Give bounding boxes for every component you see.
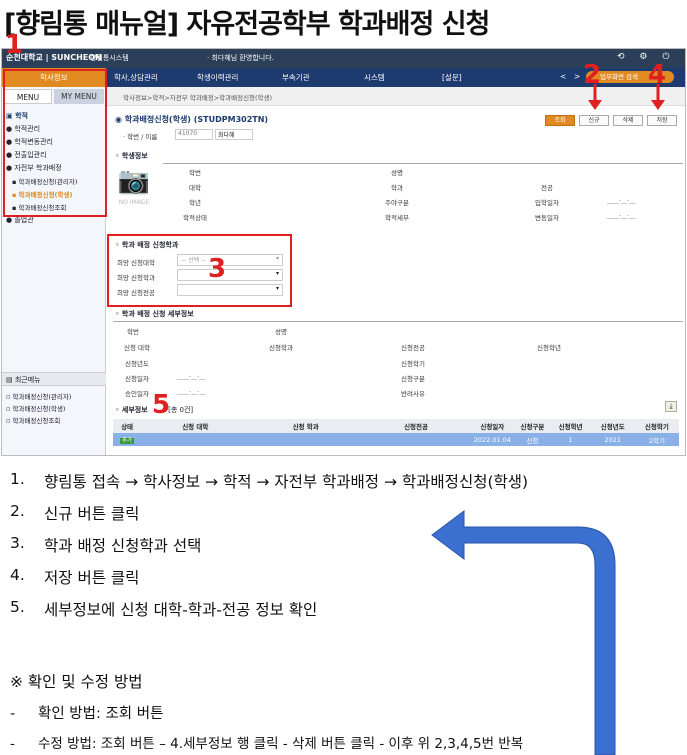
table-header-row: 상태 신청 대학 신청 학과 신청전공 신청일자 신청구분 신청학년 신청년도 …: [113, 419, 679, 433]
red-arrows: [588, 84, 665, 110]
save-button[interactable]: 저장: [647, 115, 677, 126]
detail-label-semester: 신청학기: [401, 360, 425, 368]
detail-label-reject-reason: 반려사유: [401, 390, 425, 398]
menu-item-affiliated[interactable]: 부속기관: [282, 72, 310, 83]
menu-prev-icon[interactable]: <: [560, 72, 566, 81]
menu-item-counseling[interactable]: 학사,상담관리: [114, 72, 158, 83]
arrow-head-icon: [588, 100, 602, 110]
detail-section: ◦ 학과 배정 신청 세부정보: [115, 310, 194, 318]
label-name: 성명: [391, 169, 403, 177]
student-info-grid: 학번 성명 대학 학과 전공 학년 주야구분 입학일자 ____-__-__ 학…: [163, 163, 683, 223]
cell-major: [362, 433, 470, 446]
cell-semester: 2학기: [648, 436, 665, 445]
marker-1: 1: [5, 30, 24, 60]
list-count: [총 0건]: [168, 406, 194, 414]
student-name-input[interactable]: 최다혜: [215, 129, 253, 140]
menu-item-survey[interactable]: [설문]: [442, 72, 462, 83]
label-student-id: 학번: [189, 169, 201, 177]
table-row[interactable]: 추가 2022.01.04 신청 1 2021 2학기: [113, 433, 679, 446]
col-semester: 신청학기: [644, 423, 669, 431]
detail-label-major: 신청전공: [401, 344, 425, 352]
note-item: - 수정 방법: 조회 버튼 – 4.세부정보 행 클릭 - 삭제 버튼 클릭 -…: [10, 736, 524, 752]
col-grade: 신청학년: [558, 423, 583, 431]
col-year: 신청년도: [600, 423, 625, 431]
top-utility-icons[interactable]: ⟲ ⚙ ⏻: [617, 52, 675, 62]
cell-apply-date: 2022.01.04: [473, 435, 511, 444]
filter-label: · 학번 / 이름: [123, 133, 158, 141]
cell-college: [141, 433, 249, 446]
cell-grade: 1: [568, 435, 573, 444]
delete-button[interactable]: 삭제: [613, 115, 643, 126]
cell-type: 신청: [526, 436, 539, 445]
col-dept: 신청 학과: [292, 423, 319, 431]
detail-label-college: 신청 대학: [124, 344, 150, 352]
recent-item[interactable]: ▫ 학과배정신청(관리자): [6, 391, 71, 403]
detail-label-dept: 신청학과: [269, 344, 293, 352]
filter-row: · 학번 / 이름 41070 최다혜: [115, 129, 315, 142]
camera-icon: 📷: [117, 166, 151, 196]
change-date-value: ____-__-__: [607, 212, 636, 219]
welcome-text: · 최다혜님 환영합니다.: [207, 54, 274, 62]
detail-apply-date-value: ____-__-__: [177, 373, 206, 380]
cell-status: 추가: [119, 437, 135, 444]
label-major: 전공: [541, 184, 553, 192]
label-status-detail: 학적세부: [385, 214, 409, 222]
search-button[interactable]: 조회: [545, 115, 575, 126]
detail-approve-date-value: ____-__-__: [177, 388, 206, 395]
student-info-section: ◦ 학생정보: [115, 152, 148, 160]
page-title: [향림통 매뉴얼] 자유전공학부 학과배정 신청: [4, 9, 490, 40]
blue-return-arrow: [431, 510, 616, 755]
student-id-input[interactable]: 41070: [175, 129, 213, 140]
screen-title: ◉ 학과배정신청(학생) (STUDPM302TN): [115, 115, 269, 124]
detail-label-id: 학번: [127, 328, 139, 336]
col-status: 상태: [121, 423, 134, 431]
recent-menu-icon: ▤: [6, 376, 15, 384]
col-apply-date: 신청일자: [480, 423, 505, 431]
arrow-head-icon: [651, 100, 665, 110]
col-major: 신청전공: [404, 423, 428, 431]
detail-label-type: 신청구분: [401, 375, 425, 383]
recent-menu-header: ▤ 최근메뉴: [2, 372, 106, 386]
recent-menu-title: 최근메뉴: [14, 376, 41, 384]
system-name: 향림통시스템: [90, 54, 129, 62]
label-day-night: 주야구분: [385, 199, 409, 207]
cell-dept: [249, 433, 361, 446]
marker-box-1: [3, 69, 107, 217]
detail-grid: 학번 성명 신청 대학 신청학과 신청전공 신청학년 신청년도 신청학기 신청일…: [113, 321, 683, 398]
recent-item[interactable]: ▫ 학과배정신청(학생): [6, 403, 71, 415]
menu-next-icon[interactable]: >: [574, 72, 580, 81]
marker-5: 5: [152, 390, 171, 420]
detail-label-apply-date: 신청일자: [125, 375, 149, 383]
label-change-date: 변동일자: [535, 214, 559, 222]
menu-item-system[interactable]: 시스템: [364, 72, 385, 83]
col-type: 신청구분: [520, 423, 545, 431]
admission-date-value: ____-__-__: [607, 197, 636, 204]
recent-menu-list: ▫ 학과배정신청(관리자) ▫ 학과배정신청(학생) ▫ 학과배정신청조회: [6, 391, 71, 427]
notes-heading: ※ 확인 및 수정 방법: [10, 673, 143, 691]
detail-label-grade: 신청학년: [537, 344, 561, 352]
detail-label-year: 신청년도: [125, 360, 149, 368]
detail-label-name: 성명: [275, 328, 287, 336]
col-college: 신청 대학: [182, 423, 209, 431]
note-item: - 확인 방법: 조회 버튼: [10, 706, 164, 722]
excel-export-icon[interactable]: ⤓: [665, 401, 677, 412]
cell-year: 2021: [604, 435, 621, 444]
step-item: 1. 향림통 접속 → 학사정보 → 학적 → 자전부 학과배정 → 학과배정신청…: [10, 470, 529, 491]
label-department: 학과: [391, 184, 403, 192]
new-button[interactable]: 신규: [579, 115, 609, 126]
detail-table: 상태 신청 대학 신청 학과 신청전공 신청일자 신청구분 신청학년 신청년도 …: [113, 419, 679, 446]
marker-3: 3: [208, 254, 227, 284]
menu-item-student-history[interactable]: 학생이력관리: [197, 72, 238, 83]
label-grade: 학년: [189, 199, 201, 207]
marker-box-3: [107, 234, 292, 307]
recent-item[interactable]: ▫ 학과배정신청조회: [6, 415, 71, 427]
return-arrow-icon: [431, 510, 616, 755]
label-admission-date: 입학일자: [535, 199, 559, 207]
label-college: 대학: [189, 184, 201, 192]
label-status: 학적상태: [183, 214, 207, 222]
student-photo: 📷 NO IMAGE: [113, 163, 155, 221]
